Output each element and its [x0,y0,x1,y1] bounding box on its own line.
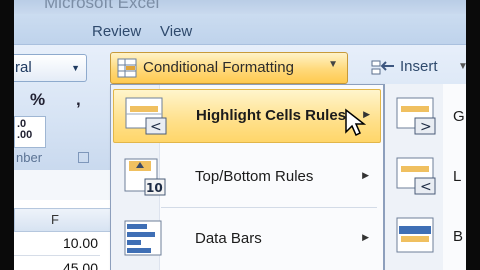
menu-item-highlight-cells-rules[interactable]: < Highlight Cells Rules ▶ [113,89,381,143]
cell-value: 45.00 [62,260,98,270]
between-icon [396,217,434,253]
conditional-formatting-label: Conditional Formatting [143,59,294,76]
conditional-formatting-icon [117,58,137,78]
mouse-cursor-icon [345,108,366,137]
insert-label: Insert [400,58,438,75]
decimal-icon: .0.00 [17,118,33,141]
cell[interactable]: 45.00 [14,256,100,270]
highlight-cells-submenu: > G < L B [384,84,466,270]
percent-comma-group: % , [22,88,102,112]
menu-item-label: Top/Bottom Rules [195,168,314,185]
submenu-arrow-icon: ▶ [362,232,369,242]
conditional-formatting-menu: < Highlight Cells Rules ▶ 10 Top/Bottom … [110,84,384,270]
percent-style-button[interactable]: % [30,90,45,110]
tab-view[interactable]: View [160,23,192,40]
menu-item-data-bars[interactable]: Data Bars ▶ [113,213,379,265]
number-group-label: nber [16,150,43,165]
insert-cells-icon [371,60,394,75]
submenu-item-between[interactable]: B [395,216,463,256]
menu-item-label: Data Bars [195,230,262,247]
svg-text:>: > [420,119,432,135]
dialog-launcher-icon[interactable] [78,152,89,163]
window-title: Microsoft Excel [44,0,160,12]
cell-value: 10.00 [62,235,98,251]
ribbon-tabs: Review View [14,14,466,44]
svg-text:<: < [150,119,162,135]
column-header-label: F [51,212,59,227]
comma-style-button[interactable]: , [76,90,81,110]
top-bottom-rules-icon: 10 [124,158,166,196]
chevron-down-icon: ▼ [328,59,338,70]
submenu-item-greater-than[interactable]: > G [395,96,465,136]
cell[interactable]: 10.00 [14,231,100,256]
chevron-down-icon: ▼ [458,61,466,72]
number-format-dropdown[interactable]: ral ▼ [14,54,87,82]
svg-text:10: 10 [146,181,163,195]
greater-than-icon: > [396,97,436,135]
conditional-formatting-button[interactable]: Conditional Formatting ▼ [110,52,348,84]
decrease-decimal-button[interactable]: .0.00 [14,116,46,148]
excel-window: Microsoft Excel Review View ral ▼ % , .0… [14,0,466,270]
highlight-cells-rules-icon: < [125,97,167,135]
menu-separator [161,207,377,208]
number-format-value: ral [15,59,32,76]
chevron-down-icon: ▼ [71,63,80,73]
column-header-f[interactable]: F [14,208,112,232]
tab-review[interactable]: Review [92,23,141,40]
menu-item-label: Highlight Cells Rules [196,107,347,124]
menu-item-top-bottom-rules[interactable]: 10 Top/Bottom Rules ▶ [113,151,379,203]
title-bar: Microsoft Excel [14,0,466,14]
data-bars-icon [124,220,162,256]
submenu-arrow-icon: ▶ [362,170,369,180]
svg-text:<: < [420,179,432,195]
submenu-item-less-than[interactable]: < L [395,156,461,196]
less-than-icon: < [396,157,436,195]
